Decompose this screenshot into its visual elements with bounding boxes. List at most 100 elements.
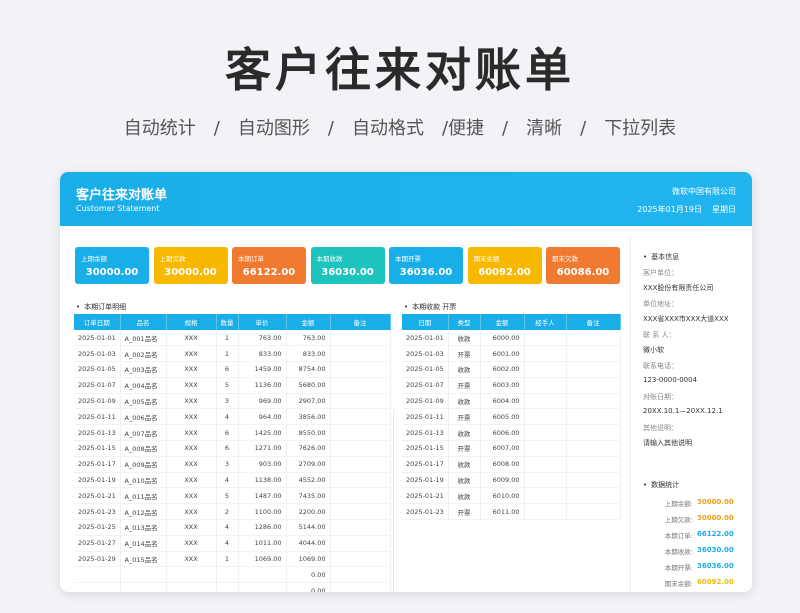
table-cell[interactable]: 2025-01-01 [74,330,121,347]
info-value[interactable]: XXX股份有限责任公司 [643,283,713,293]
column-header[interactable]: 订单日期 [74,314,121,330]
table-cell[interactable]: 2025-01-11 [402,408,449,426]
table-cell[interactable] [330,393,391,410]
table-cell[interactable]: 2025-01-25 [74,519,121,536]
table-cell[interactable]: 5 [216,487,239,505]
info-value[interactable]: 请输入其他说明 [643,438,692,448]
info-value[interactable]: 20XX.10.1—20XX.12.1 [643,407,723,415]
table-cell[interactable] [330,345,391,363]
table-cell[interactable] [566,361,621,378]
table-cell[interactable] [566,472,621,489]
table-row[interactable]: 2025-01-09 收款 6004.00 [402,393,621,410]
table-row[interactable]: 2025-01-17 收款 6008.00 [402,456,621,473]
table-cell[interactable]: 6006.00 [480,424,525,442]
table-row[interactable]: 2025-01-07 A_004品名 XXX 5 1136.00 5680.00 [74,377,391,394]
table-row[interactable]: 2025-01-09 A_005品名 XXX 3 969.00 2907.00 [74,393,391,410]
table-row[interactable]: 0.00 [74,566,391,584]
table-row[interactable]: 2025-01-27 A_014品名 XXX 4 1011.00 4044.00 [74,535,391,552]
table-cell[interactable]: 2025-01-27 [74,535,121,552]
table-cell[interactable]: 6001.00 [480,345,525,363]
table-cell[interactable] [238,566,287,584]
table-cell[interactable]: 5680.00 [286,377,331,394]
table-row[interactable]: 2025-01-03 开票 6001.00 [402,345,621,363]
table-cell[interactable]: 收款 [448,487,481,505]
table-row[interactable]: 2025-01-11 A_006品名 XXX 4 964.00 3856.00 [74,408,391,426]
table-cell[interactable] [566,503,621,521]
table-cell[interactable]: 903.00 [238,456,287,473]
table-cell[interactable] [566,440,621,457]
table-cell[interactable]: 1425.00 [238,424,287,442]
column-header[interactable]: 类型 [448,314,481,330]
table-cell[interactable]: XXX [166,393,217,410]
table-cell[interactable]: XXX [166,377,217,394]
table-cell[interactable]: A_013品名 [120,519,167,536]
table-cell[interactable]: A_015品名 [120,551,167,568]
table-cell[interactable]: 4044.00 [286,535,331,552]
table-cell[interactable]: 收款 [448,361,481,378]
table-cell[interactable] [566,424,621,442]
table-cell[interactable]: XXX [166,503,217,521]
table-cell[interactable]: 2907.00 [286,393,331,410]
table-cell[interactable]: 6000.00 [480,330,525,347]
table-row[interactable]: 2025-01-01 A_001品名 XXX 1 763.00 763.00 [74,330,391,347]
table-cell[interactable] [524,440,567,457]
table-cell[interactable] [524,456,567,473]
table-row[interactable]: 2025-01-13 收款 6006.00 [402,424,621,442]
table-cell[interactable]: 2025-01-15 [74,440,121,457]
table-cell[interactable]: 2025-01-13 [402,424,449,442]
table-cell[interactable] [566,345,621,363]
table-cell[interactable]: 2025-01-11 [74,408,121,426]
table-cell[interactable] [330,582,391,592]
table-cell[interactable]: A_005品名 [120,393,167,410]
table-cell[interactable] [524,377,567,394]
table-cell[interactable]: 2025-01-23 [402,503,449,521]
table-row[interactable]: 2025-01-17 A_009品名 XXX 3 903.00 2709.00 [74,456,391,473]
table-cell[interactable]: XXX [166,440,217,457]
table-cell[interactable] [166,582,217,592]
table-cell[interactable]: XXX [166,361,217,378]
table-cell[interactable]: 2025-01-13 [74,424,121,442]
table-cell[interactable] [238,582,287,592]
table-cell[interactable] [330,408,391,426]
table-cell[interactable]: 833.00 [238,345,287,363]
table-cell[interactable] [330,330,391,347]
table-row[interactable]: 2025-01-15 开票 6007.00 [402,440,621,457]
table-row[interactable]: 2025-01-11 开票 6005.00 [402,408,621,426]
table-cell[interactable]: 833.00 [286,345,331,363]
table-row[interactable]: 2025-01-05 A_003品名 XXX 6 1459.00 8754.00 [74,361,391,378]
table-cell[interactable]: 964.00 [238,408,287,426]
table-row[interactable]: 2025-01-29 A_015品名 XXX 1 1069.00 1069.00 [74,551,391,568]
table-cell[interactable]: 6005.00 [480,408,525,426]
table-cell[interactable]: 2025-01-05 [402,361,449,378]
table-cell[interactable]: XXX [166,345,217,363]
table-cell[interactable]: 6 [216,440,239,457]
table-cell[interactable]: 1487.00 [238,487,287,505]
table-cell[interactable]: A_007品名 [120,424,167,442]
table-cell[interactable]: 7626.00 [286,440,331,457]
table-cell[interactable] [566,330,621,347]
table-cell[interactable]: 1100.00 [238,503,287,521]
table-cell[interactable] [330,377,391,394]
table-cell[interactable]: 2025-01-09 [402,393,449,410]
table-cell[interactable]: 4 [216,408,239,426]
table-cell[interactable] [330,424,391,442]
table-cell[interactable]: 6009.00 [480,472,525,489]
column-header[interactable]: 品名 [120,314,167,330]
table-cell[interactable]: 2025-01-21 [402,487,449,505]
table-cell[interactable]: 开票 [448,408,481,426]
table-cell[interactable] [524,487,567,505]
table-cell[interactable]: 763.00 [238,330,287,347]
table-cell[interactable]: 6 [216,424,239,442]
table-cell[interactable]: 2200.00 [286,503,331,521]
table-cell[interactable] [330,472,391,489]
table-cell[interactable]: A_006品名 [120,408,167,426]
table-row[interactable]: 2025-01-19 收款 6009.00 [402,472,621,489]
table-cell[interactable]: 2025-01-21 [74,487,121,505]
table-cell[interactable]: 1271.00 [238,440,287,457]
table-row[interactable]: 2025-01-01 收款 6000.00 [402,330,621,347]
column-header[interactable]: 金额 [480,314,525,330]
table-cell[interactable]: 2025-01-17 [402,456,449,473]
table-cell[interactable] [524,361,567,378]
info-value[interactable]: 微小软 [643,345,664,355]
table-cell[interactable]: 6004.00 [480,393,525,410]
